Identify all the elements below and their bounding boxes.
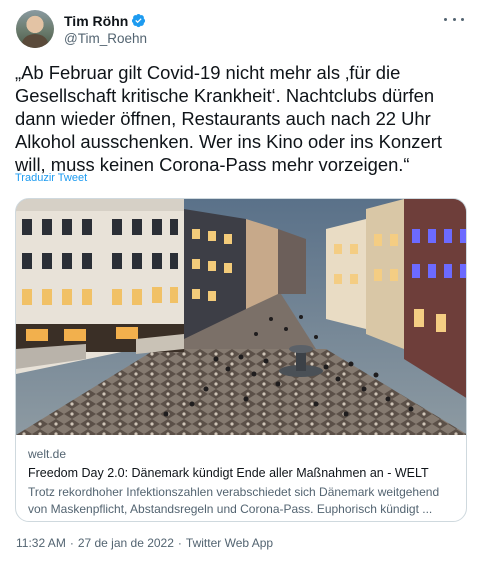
author-display-name[interactable]: Tim Röhn — [64, 13, 128, 29]
translate-tweet-link[interactable]: Traduzir Tweet — [15, 172, 87, 184]
link-title: Freedom Day 2.0: Dänemark kündigt Ende a… — [28, 466, 429, 480]
link-domain: welt.de — [28, 447, 67, 461]
link-preview-image[interactable] — [16, 199, 466, 435]
tweet-time[interactable]: 11:32 AM — [16, 536, 66, 550]
more-horizontal-icon[interactable] — [444, 12, 464, 26]
tweet-metadata: 11:32 AM · 27 de jan de 2022 · Twitter W… — [16, 536, 273, 550]
link-description: Trotz rekordhoher Infektionszahlen verab… — [28, 485, 440, 516]
tweet-text: „Ab Februar gilt Covid-19 nicht mehr als… — [15, 62, 442, 175]
link-preview-card[interactable]: welt.de Freedom Day 2.0: Dänemark kündig… — [15, 198, 467, 522]
avatar[interactable] — [16, 10, 54, 48]
tweet-card: Tim Röhn @Tim_Roehn „Ab Februar gilt Cov… — [0, 0, 482, 569]
tweet-date[interactable]: 27 de jan de 2022 — [78, 536, 174, 550]
verified-badge-icon — [132, 13, 146, 28]
link-preview-meta: welt.de Freedom Day 2.0: Dänemark kündig… — [28, 447, 454, 518]
author-names: Tim Röhn @Tim_Roehn — [64, 13, 147, 46]
tweet-source[interactable]: Twitter Web App — [186, 536, 273, 550]
separator: · — [177, 536, 182, 550]
tweet-header: Tim Röhn @Tim_Roehn — [16, 8, 470, 50]
separator: · — [69, 536, 74, 550]
author-handle[interactable]: @Tim_Roehn — [64, 31, 147, 46]
